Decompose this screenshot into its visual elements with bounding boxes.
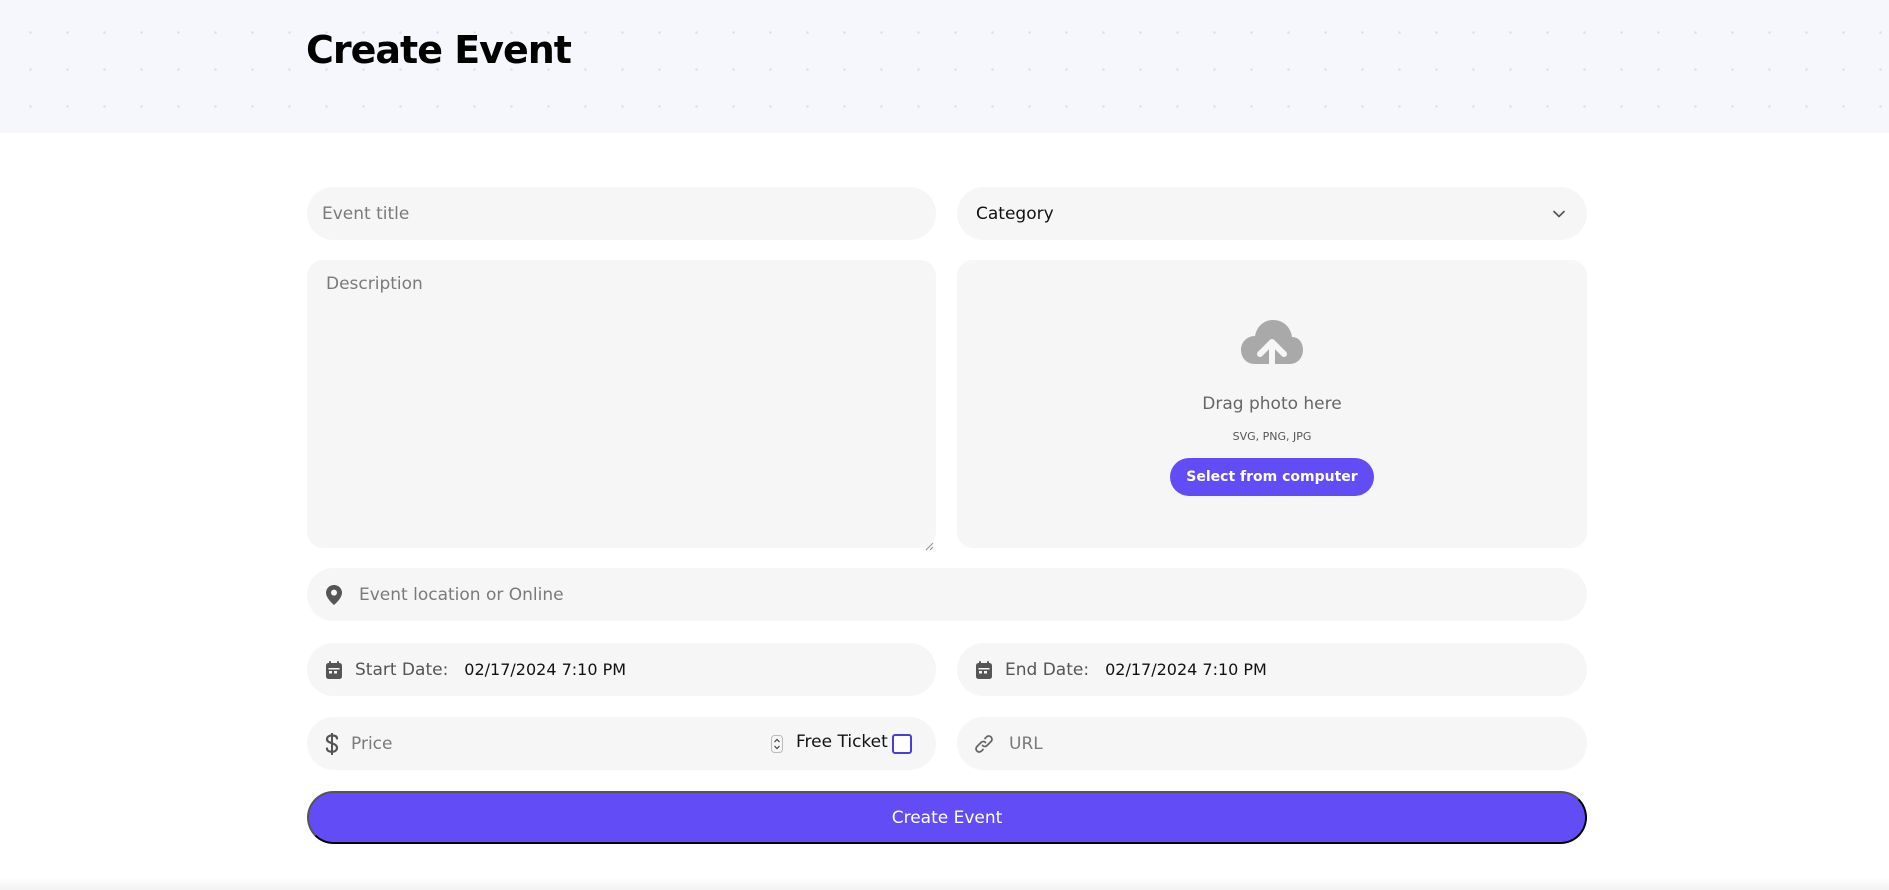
description-placeholder: Description [326,274,423,294]
page-title: Create Event [306,28,572,72]
bottom-divider [0,878,1889,890]
end-date-value[interactable]: 02/17/2024 7:10 PM [1105,660,1267,679]
price-placeholder: Price [351,733,393,754]
cloud-upload-icon [1239,318,1305,376]
price-input[interactable]: Price Free Ticket [307,717,936,770]
calendar-icon [975,660,993,680]
free-ticket-label: Free Ticket [796,732,888,752]
create-event-button[interactable]: Create Event [307,791,1587,844]
url-input[interactable]: URL [957,717,1587,770]
event-location-placeholder: Event location or Online [359,584,564,605]
start-date-field[interactable]: Start Date: 02/17/2024 7:10 PM [307,643,936,696]
drag-photo-text: Drag photo here [1202,394,1342,414]
event-title-placeholder: Event title [322,203,410,224]
file-formats-text: SVG, PNG, JPG [1232,430,1312,443]
number-spinner-icon[interactable] [771,735,783,753]
dollar-icon [325,732,339,756]
link-icon [973,733,995,755]
resize-handle-icon[interactable] [924,536,934,551]
category-select[interactable]: Category [957,187,1587,240]
end-date-field[interactable]: End Date: 02/17/2024 7:10 PM [957,643,1587,696]
event-title-input[interactable]: Event title [307,187,936,240]
event-location-input[interactable]: Event location or Online [307,568,1587,621]
page-header: Create Event [0,0,1889,133]
description-textarea[interactable]: Description [307,260,936,551]
start-date-value[interactable]: 02/17/2024 7:10 PM [464,660,626,679]
calendar-icon [325,660,343,680]
start-date-label: Start Date: [355,659,449,680]
category-label: Category [976,203,1054,224]
free-ticket-checkbox[interactable] [892,734,912,754]
url-placeholder: URL [1009,733,1043,754]
chevron-down-icon [1553,210,1565,218]
photo-dropzone[interactable]: Drag photo here SVG, PNG, JPG Select fro… [957,260,1587,548]
end-date-label: End Date: [1005,659,1090,680]
select-from-computer-button[interactable]: Select from computer [1170,458,1374,496]
map-pin-icon [325,584,343,606]
